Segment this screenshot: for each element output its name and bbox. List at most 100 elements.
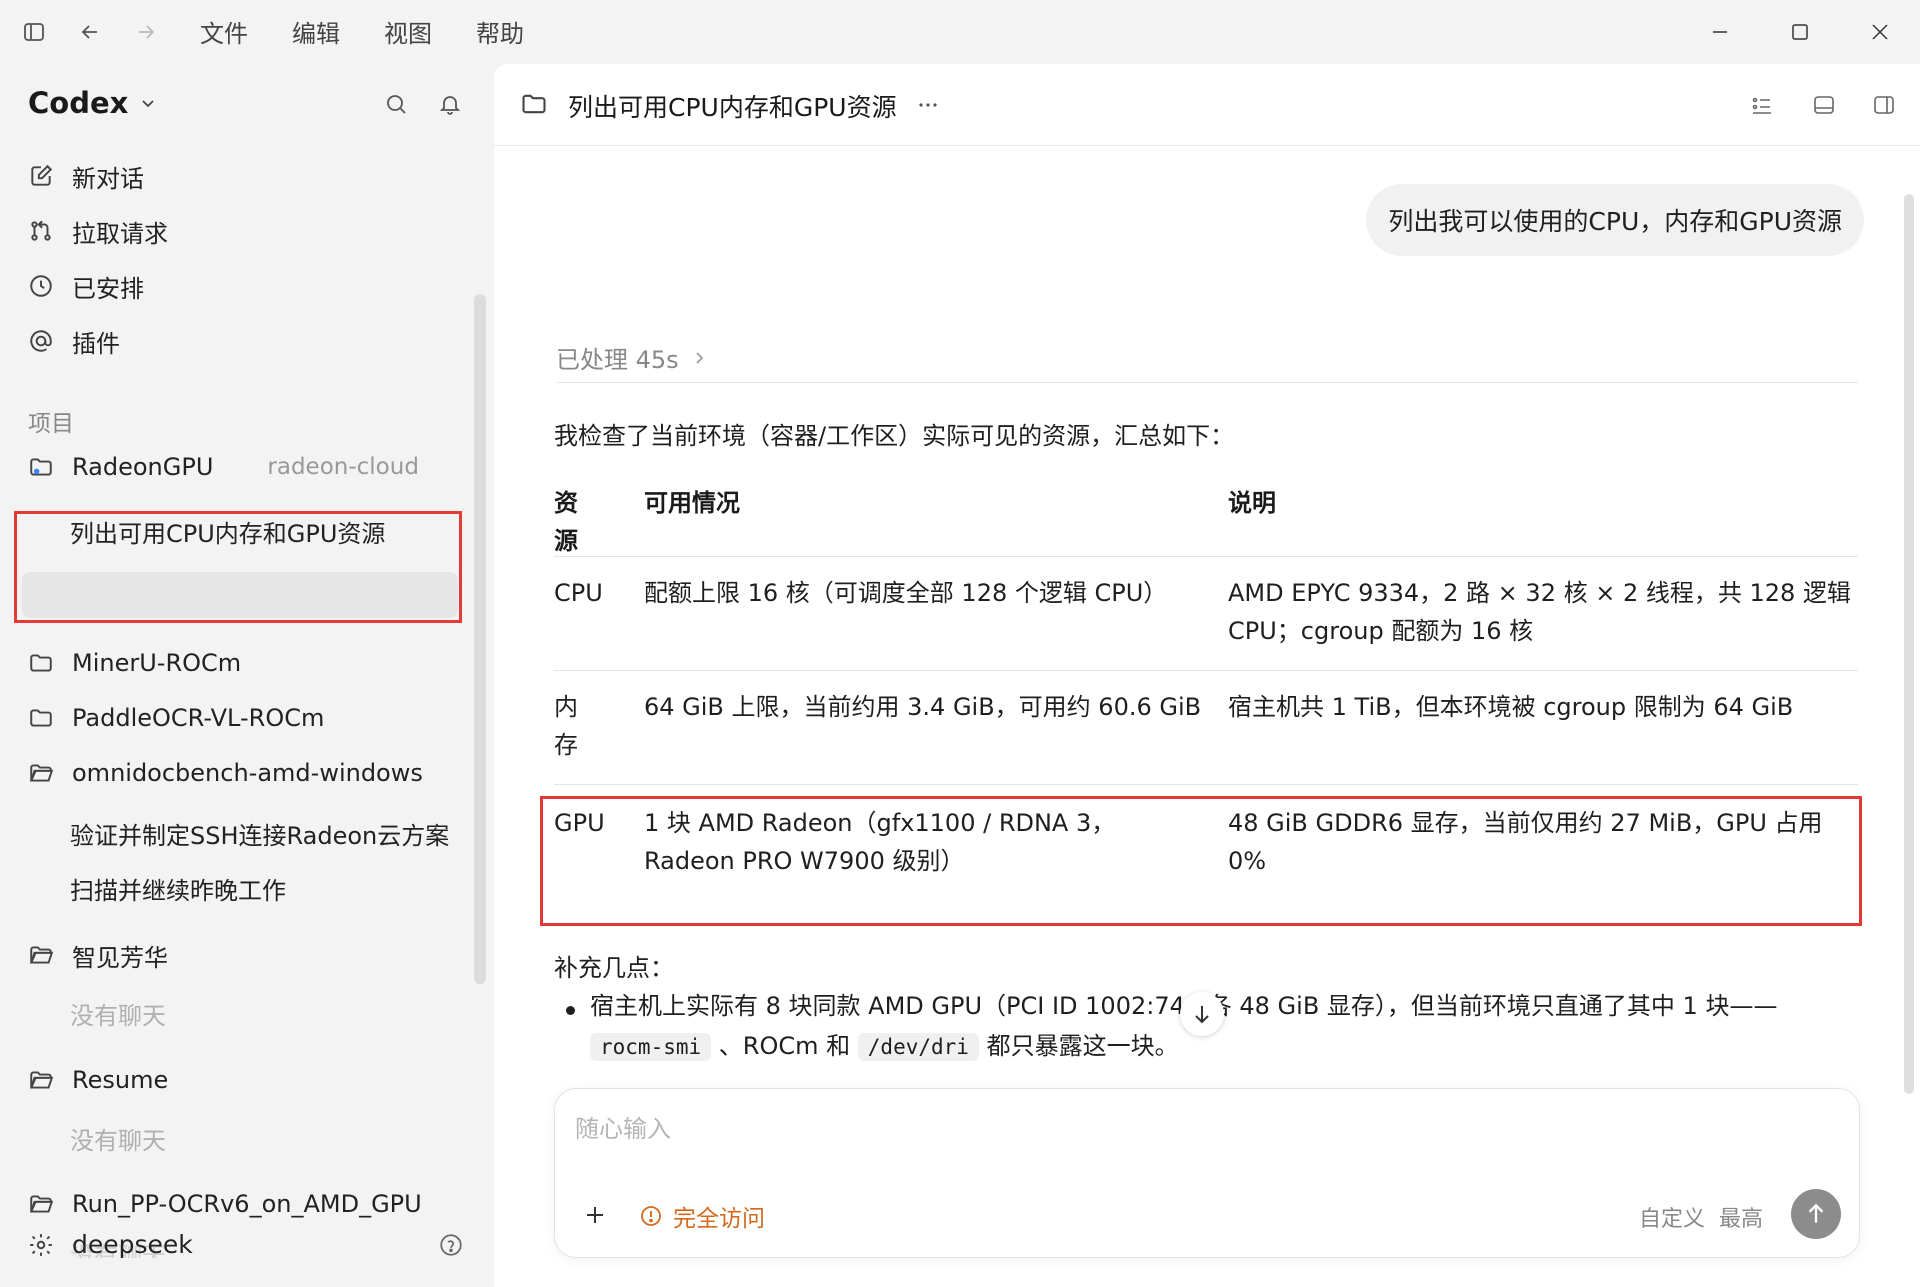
nav-pull-requests[interactable]: 拉取请求 xyxy=(28,211,168,251)
main-panel: 列出可用CPU内存和GPU资源 列出我可以使用的CPU，内存和GPU资源 已处理… xyxy=(494,64,1920,1287)
bell-icon[interactable] xyxy=(434,88,466,120)
table-header-availability: 可用情况 xyxy=(644,489,740,517)
help-icon[interactable] xyxy=(436,1230,466,1260)
table-header-resource: 资 源 xyxy=(554,489,578,555)
thread-item[interactable]: 扫描并继续昨晚工作 xyxy=(70,871,450,906)
model-selector[interactable]: 自定义 最高 xyxy=(1639,1201,1763,1233)
access-mode-button[interactable]: 完全访问 xyxy=(639,1199,765,1233)
nav-scheduled[interactable]: 已安排 xyxy=(28,266,144,306)
sidebar-scrollbar[interactable] xyxy=(474,294,486,984)
bullet-text-part1: 宿主机上实际有 8 块同款 AMD GPU（PCI ID 1002:744 xyxy=(590,992,1201,1020)
project-zhijian-fanghua[interactable]: 智见芳华 xyxy=(28,935,168,975)
processed-label: 已处理 45s xyxy=(556,346,679,374)
side-panel-icon[interactable] xyxy=(1868,89,1900,121)
project-name: Resume xyxy=(72,1066,169,1094)
chevron-down-icon xyxy=(142,100,154,108)
folder-icon xyxy=(30,458,52,476)
table-divider xyxy=(554,670,1858,671)
nav-new-chat[interactable]: 新对话 xyxy=(28,156,144,196)
project-resume[interactable]: Resume xyxy=(28,1060,168,1100)
cell-note: 宿主机共 1 TiB，但本环境被 cgroup 限制为 64 GiB xyxy=(1228,693,1794,721)
assistant-intro: 我检查了当前环境（容器/工作区）实际可见的资源，汇总如下： xyxy=(554,422,1235,450)
menu-view[interactable]: 视图 xyxy=(384,14,432,49)
highlight-box-project xyxy=(14,511,462,623)
nav-plugins-label: 插件 xyxy=(72,329,120,358)
access-mode-label: 完全访问 xyxy=(673,1206,765,1232)
arrow-up-icon xyxy=(1808,1203,1824,1223)
project-name: 智见芳华 xyxy=(72,943,168,972)
terminal-panel-icon[interactable] xyxy=(1808,89,1840,121)
warning-icon xyxy=(641,1206,661,1226)
inline-code-dev-dri: /dev/dri xyxy=(857,1033,979,1061)
plus-icon xyxy=(587,1207,603,1223)
empty-chats-label: 没有聊天 xyxy=(70,1002,166,1030)
bullet-dot xyxy=(566,1006,575,1015)
composer: 完全访问 自定义 最高 xyxy=(554,1088,1860,1258)
projects-section-label: 项目 xyxy=(28,411,74,437)
project-omnidocbench[interactable]: omnidocbench-amd-windows xyxy=(28,753,428,793)
folder-open-icon xyxy=(29,1195,54,1213)
menu-file[interactable]: 文件 xyxy=(200,14,248,49)
conversation-scrollbar[interactable] xyxy=(1904,194,1914,1094)
project-run-pp-ocrv6[interactable]: Run_PP-OCRv6_on_AMD_GPU xyxy=(28,1184,428,1224)
back-arrow-icon[interactable] xyxy=(74,16,106,48)
task-list-icon[interactable] xyxy=(1746,89,1778,121)
project-name: Run_PP-OCRv6_on_AMD_GPU xyxy=(72,1190,422,1218)
folder-icon xyxy=(30,654,52,672)
cell-resource: CPU xyxy=(554,579,603,607)
project-name: MinerU-ROCm xyxy=(72,649,242,677)
maximize-button[interactable] xyxy=(1780,12,1820,52)
folder-icon xyxy=(520,90,548,122)
at-sign-icon xyxy=(30,330,52,352)
git-pull-request-icon xyxy=(31,220,51,241)
clock-icon xyxy=(30,275,52,297)
inline-code-rocm-smi: rocm-smi xyxy=(590,1033,712,1061)
empty-chats-label: 没有聊天 xyxy=(70,1127,166,1155)
conversation-title: 列出可用CPU内存和GPU资源 xyxy=(568,93,897,122)
folder-open-icon xyxy=(29,946,54,964)
message-input[interactable] xyxy=(575,1109,1835,1149)
project-radeongpu[interactable]: RadeonGPU radeon-cloud xyxy=(28,447,448,487)
table-header-note: 说明 xyxy=(1228,489,1276,517)
conversation-header: 列出可用CPU内存和GPU资源 xyxy=(494,64,1920,146)
project-remote-tag: radeon-cloud xyxy=(267,454,419,480)
bullet-text-part3: 都只暴露这一块。 xyxy=(986,1032,1179,1060)
forward-arrow-icon[interactable] xyxy=(130,16,162,48)
add-attachment-button[interactable] xyxy=(577,1197,613,1233)
table-divider xyxy=(554,784,1858,785)
cell-availability: 配额上限 16 核（可调度全部 128 个逻辑 CPU） xyxy=(644,579,1168,607)
cell-availability: 64 GiB 上限，当前约用 3.4 GiB，可用约 60.6 GiB xyxy=(644,693,1202,721)
project-paddleocr-vl-rocm[interactable]: PaddleOCR-VL-ROCm xyxy=(28,698,324,738)
gear-icon xyxy=(30,1233,52,1256)
minimize-button[interactable] xyxy=(1700,12,1740,52)
close-button[interactable] xyxy=(1860,12,1900,52)
send-button[interactable] xyxy=(1791,1189,1841,1239)
menu-edit[interactable]: 编辑 xyxy=(292,14,340,49)
bullet-text-part2: 各 48 GiB 显存），但当前环境只直通了其中 1 块—— xyxy=(1207,992,1778,1020)
folder-open-icon xyxy=(29,1071,54,1089)
processed-toggle[interactable]: 已处理 45s xyxy=(556,340,707,375)
thread-item[interactable]: 验证并制定SSH连接Radeon云方案 xyxy=(70,816,450,851)
search-icon[interactable] xyxy=(380,88,412,120)
project-name: omnidocbench-amd-windows xyxy=(72,759,423,787)
user-name: deepseek xyxy=(72,1230,193,1259)
nav-plugins[interactable]: 插件 xyxy=(28,321,120,361)
account-settings[interactable]: deepseek xyxy=(28,1230,193,1259)
sidebar: Codex 新对话 拉取请求 已安排 插件 项目 RadeonGPU radeo… xyxy=(0,64,492,1287)
menu-help[interactable]: 帮助 xyxy=(476,14,524,49)
sidebar-toggle-icon[interactable] xyxy=(18,16,50,48)
chevron-right-icon xyxy=(696,351,703,364)
project-mineru-rocm[interactable]: MinerU-ROCm xyxy=(28,643,241,683)
bullet-text-sep: 、ROCm 和 xyxy=(718,1032,851,1060)
title-bar: 文件 编辑 视图 帮助 xyxy=(0,0,1920,64)
divider xyxy=(556,382,1858,383)
model-level: 最高 xyxy=(1718,1207,1763,1232)
cell-note: AMD EPYC 9334，2 路 × 32 核 × 2 线程，共 128 逻辑… xyxy=(1228,579,1851,645)
folder-icon xyxy=(30,709,52,727)
nav-new-chat-label: 新对话 xyxy=(72,164,144,193)
app-switcher[interactable]: Codex xyxy=(28,86,158,120)
arrow-down-icon xyxy=(1195,1006,1209,1024)
project-name: PaddleOCR-VL-ROCm xyxy=(72,704,325,732)
more-options-icon[interactable] xyxy=(912,89,944,121)
scroll-to-bottom-button[interactable] xyxy=(1180,992,1224,1036)
